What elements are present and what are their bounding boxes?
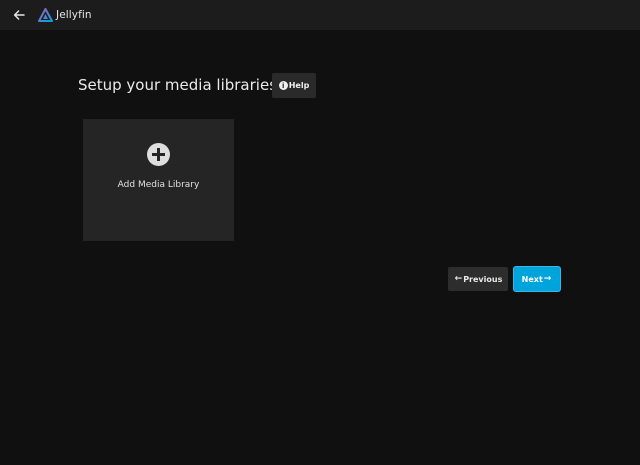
next-button[interactable]: Next → — [514, 267, 560, 291]
app-name: Jellyfin — [56, 9, 92, 21]
plus-circle-icon — [147, 143, 170, 166]
top-bar: Jellyfin — [0, 0, 640, 30]
page-title: Setup your media libraries — [78, 76, 278, 94]
arrow-left-icon: ← — [454, 274, 463, 284]
help-label: Help — [288, 81, 310, 90]
arrow-right-icon: → — [543, 274, 552, 284]
jellyfin-logo-icon — [38, 8, 53, 22]
previous-button[interactable]: ← Previous — [448, 267, 508, 291]
add-media-library-label: Add Media Library — [117, 180, 200, 190]
arrow-left-icon — [13, 10, 25, 20]
next-label: Next — [521, 274, 543, 284]
info-icon: i — [278, 81, 288, 90]
add-media-library-card[interactable]: Add Media Library — [83, 119, 234, 241]
help-button[interactable]: i Help — [272, 73, 316, 98]
previous-label: Previous — [463, 274, 503, 284]
back-button[interactable] — [8, 4, 30, 26]
app-logo[interactable]: Jellyfin — [38, 8, 92, 22]
